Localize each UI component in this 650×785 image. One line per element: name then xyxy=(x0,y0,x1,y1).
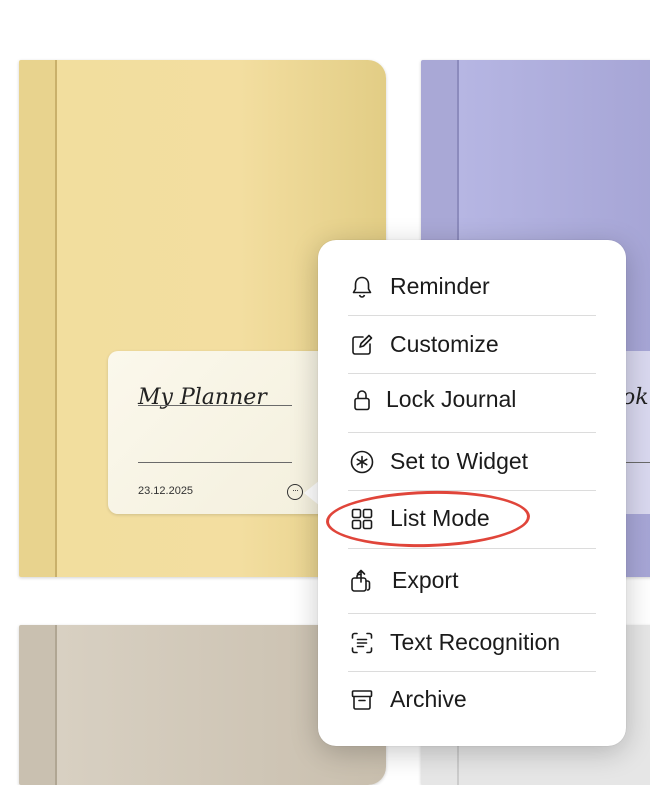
share-icon xyxy=(348,567,376,595)
more-options-icon[interactable]: ··· xyxy=(287,484,303,500)
menu-divider xyxy=(348,548,596,549)
journal-spine xyxy=(55,625,57,785)
menu-item-reminder[interactable]: Reminder xyxy=(348,258,596,315)
menu-item-label: Set to Widget xyxy=(390,448,529,474)
text-scan-icon xyxy=(348,629,376,657)
menu-item-text-recognition[interactable]: Text Recognition xyxy=(348,614,596,671)
menu-item-label: Lock Journal xyxy=(386,386,517,412)
journal-date: 23.12.2025 xyxy=(138,485,194,497)
journal-title: My Planner xyxy=(138,385,267,410)
asterisk-circle-icon xyxy=(348,448,376,476)
edit-icon xyxy=(348,331,376,359)
menu-item-archive[interactable]: Archive xyxy=(348,671,596,728)
menu-item-label: Customize xyxy=(390,331,499,357)
menu-item-lock-journal[interactable]: Lock Journal xyxy=(348,371,596,428)
menu-item-label: Export xyxy=(392,567,459,593)
label-underline xyxy=(138,405,292,406)
menu-item-set-to-widget[interactable]: Set to Widget xyxy=(348,433,596,490)
archive-box-icon xyxy=(348,686,376,714)
menu-item-label: Text Recognition xyxy=(390,629,561,655)
bell-icon xyxy=(348,273,376,301)
menu-item-label: Reminder xyxy=(390,273,490,299)
journal-spine xyxy=(55,60,57,577)
menu-item-export[interactable]: Export xyxy=(348,552,596,609)
label-underline xyxy=(138,462,292,463)
lock-icon xyxy=(348,386,376,414)
menu-item-label: Archive xyxy=(390,686,467,712)
menu-item-customize[interactable]: Customize xyxy=(348,316,596,373)
